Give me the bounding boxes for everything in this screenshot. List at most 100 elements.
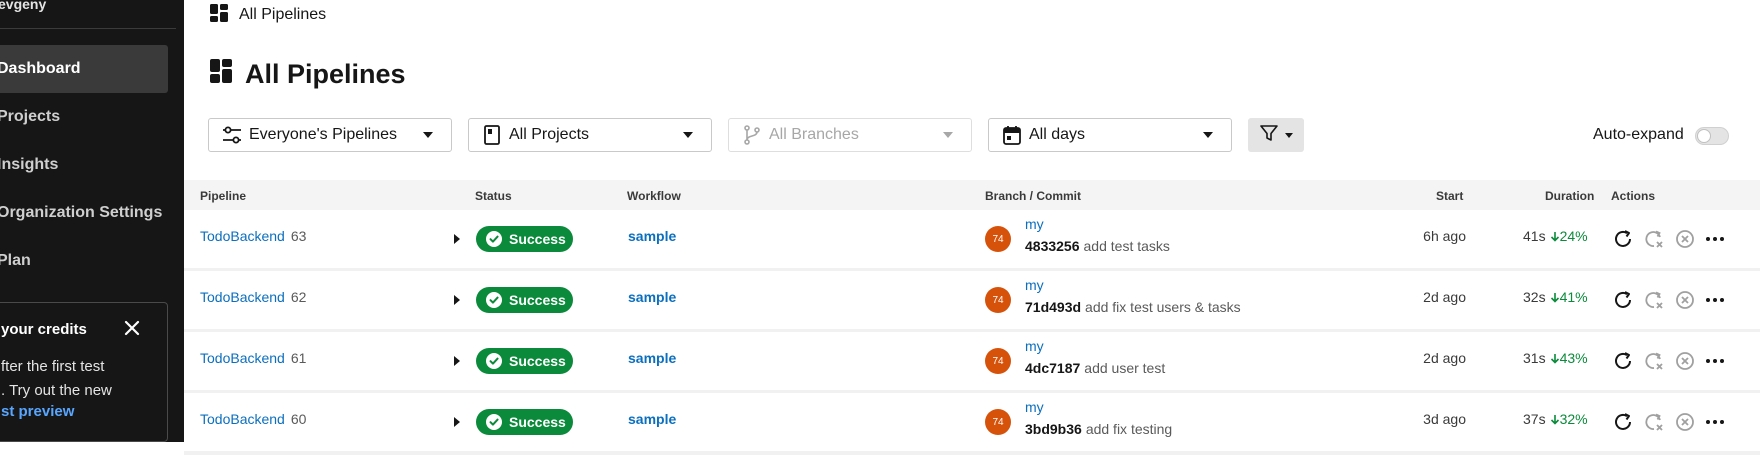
duration-change: 32% xyxy=(1550,411,1588,427)
rerun-failed-icon xyxy=(1643,228,1665,250)
expand-arrow-icon[interactable] xyxy=(454,234,460,244)
sidebar-item-plan[interactable]: Plan xyxy=(0,237,168,285)
commit-message: add user test xyxy=(1084,360,1166,376)
branch-link[interactable]: my xyxy=(1025,338,1044,354)
branch-link[interactable]: my xyxy=(1025,216,1044,232)
avatar: 74 xyxy=(985,409,1011,435)
table-row[interactable]: TodoBackend 61 Success sample 74 my 4dc71… xyxy=(184,332,1760,394)
chevron-down-icon xyxy=(423,132,433,138)
sidebar-item-insights[interactable]: Insights xyxy=(0,141,168,189)
breadcrumb: All Pipelines xyxy=(209,3,326,28)
duration-value: 37s xyxy=(1523,411,1546,427)
avatar: 74 xyxy=(985,287,1011,313)
credits-card-link[interactable]: st preview xyxy=(1,403,74,420)
pipelines-filter-select[interactable]: Everyone's Pipelines xyxy=(208,118,452,152)
days-filter-select[interactable]: All days xyxy=(988,118,1232,152)
column-header-pipeline: Pipeline xyxy=(200,189,247,203)
branches-filter-select: All Branches xyxy=(728,118,972,152)
table-row[interactable]: TodoBackend 63 Success sample 74 my 48332… xyxy=(184,210,1760,272)
rerun-icon[interactable] xyxy=(1612,289,1634,311)
sidebar-item-dashboard[interactable]: Dashboard xyxy=(0,45,168,93)
workflow-link[interactable]: sample xyxy=(628,411,676,427)
duration-change: 24% xyxy=(1550,228,1588,244)
credits-card-text-line1: fter the first test xyxy=(1,358,105,375)
pipeline-number: 62 xyxy=(290,289,307,305)
commit-sha[interactable]: 4dc7187 xyxy=(1025,360,1080,376)
table-header: Pipeline Status Workflow Branch / Commit… xyxy=(184,180,1760,210)
branch-link[interactable]: my xyxy=(1025,277,1044,293)
check-circle-icon xyxy=(486,353,502,369)
duration-change-percent: 24% xyxy=(1559,228,1588,244)
duration-change: 43% xyxy=(1550,350,1588,366)
commit-message: add fix testing xyxy=(1085,421,1173,437)
pipeline-project-link[interactable]: TodoBackend xyxy=(200,289,285,305)
workflow-link[interactable]: sample xyxy=(628,350,676,366)
column-header-duration: Duration xyxy=(1545,189,1595,203)
status-badge[interactable]: Success xyxy=(476,409,573,435)
auto-expand-toggle[interactable] xyxy=(1695,127,1729,145)
duration: 31s 43% xyxy=(1523,350,1588,366)
status-badge[interactable]: Success xyxy=(476,287,573,313)
commit-info: 4dc7187 add user test xyxy=(1025,360,1165,376)
projects-filter-select[interactable]: All Projects xyxy=(468,118,712,152)
status-label: Success xyxy=(509,414,566,430)
cancel-icon xyxy=(1674,289,1696,311)
status-badge[interactable]: Success xyxy=(476,348,573,374)
start-time: 3d ago xyxy=(1423,411,1466,427)
arrow-down-icon xyxy=(1550,415,1559,425)
duration: 37s 32% xyxy=(1523,411,1588,427)
projects-filter-value: All Projects xyxy=(509,126,590,143)
check-circle-icon xyxy=(486,292,502,308)
expand-arrow-icon[interactable] xyxy=(454,295,460,305)
branches-filter-value: All Branches xyxy=(769,126,859,143)
workflow-link[interactable]: sample xyxy=(628,289,676,305)
commit-sha[interactable]: 71d493d xyxy=(1025,299,1081,315)
table-row[interactable]: TodoBackend 62 Success sample 74 my 71d49… xyxy=(184,271,1760,333)
duration-value: 41s xyxy=(1523,228,1546,244)
status-badge[interactable]: Success xyxy=(476,226,573,252)
rerun-icon[interactable] xyxy=(1612,411,1634,433)
column-header-start: Start xyxy=(1436,189,1464,203)
pipeline-project-link[interactable]: TodoBackend xyxy=(200,228,285,244)
credits-card-text-line2: . Try out the new xyxy=(1,382,112,399)
column-header-status: Status xyxy=(475,189,512,203)
more-options-icon[interactable] xyxy=(1704,411,1726,433)
chevron-down-icon xyxy=(1203,132,1213,138)
filter-sliders-icon xyxy=(221,124,243,146)
close-icon[interactable] xyxy=(121,317,143,339)
more-options-icon[interactable] xyxy=(1704,350,1726,372)
dashboard-icon xyxy=(209,3,229,28)
pipeline-project-link[interactable]: TodoBackend xyxy=(200,350,285,366)
rerun-icon[interactable] xyxy=(1612,228,1634,250)
chevron-down-icon xyxy=(1285,132,1293,138)
sidebar-item-projects[interactable]: Projects xyxy=(0,93,168,141)
cancel-icon xyxy=(1674,411,1696,433)
start-time: 2d ago xyxy=(1423,350,1466,366)
more-options-icon[interactable] xyxy=(1704,228,1726,250)
credits-card: your credits fter the first test . Try o… xyxy=(0,302,168,442)
pipeline-cell: TodoBackend 62 xyxy=(200,289,306,307)
expand-arrow-icon[interactable] xyxy=(454,417,460,427)
sidebar-item-organization-settings[interactable]: Organization Settings xyxy=(0,189,168,237)
duration: 41s 24% xyxy=(1523,228,1588,244)
commit-info: 4833256 add test tasks xyxy=(1025,238,1170,254)
commit-sha[interactable]: 4833256 xyxy=(1025,238,1080,254)
days-filter-value: All days xyxy=(1029,126,1086,143)
more-options-icon[interactable] xyxy=(1704,289,1726,311)
branch-link[interactable]: my xyxy=(1025,399,1044,415)
advanced-filter-button[interactable] xyxy=(1248,118,1304,152)
duration: 32s 41% xyxy=(1523,289,1588,305)
toggle-knob xyxy=(1697,129,1711,143)
pipeline-project-link[interactable]: TodoBackend xyxy=(200,411,285,427)
table-row[interactable]: TodoBackend 60 Success sample 74 my 3bd9b… xyxy=(184,393,1760,455)
pipeline-cell: TodoBackend 61 xyxy=(200,350,306,368)
rerun-icon[interactable] xyxy=(1612,350,1634,372)
commit-sha[interactable]: 3bd9b36 xyxy=(1025,421,1082,437)
breadcrumb-label[interactable]: All Pipelines xyxy=(239,6,326,24)
workflow-link[interactable]: sample xyxy=(628,228,676,244)
expand-arrow-icon[interactable] xyxy=(454,356,460,366)
column-header-workflow: Workflow xyxy=(627,189,681,203)
credits-card-text: fter the first test . Try out the new xyxy=(1,355,171,403)
page-title: All Pipelines xyxy=(245,59,406,89)
pipeline-number: 61 xyxy=(290,350,307,366)
